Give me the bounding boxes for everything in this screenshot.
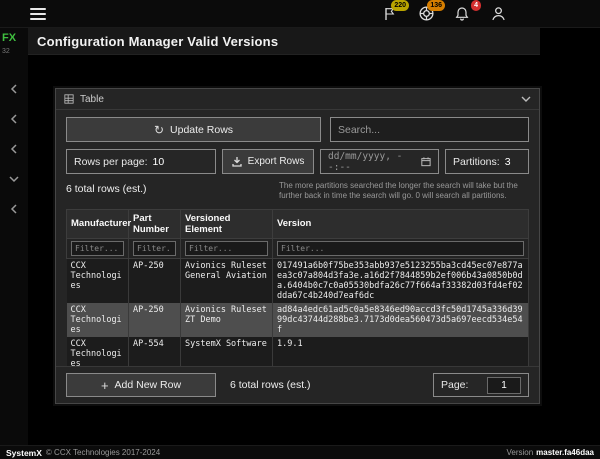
chevron-down-icon[interactable]	[6, 173, 22, 185]
topbar: 220 136 4	[0, 0, 600, 28]
cell-part-number: AP-554	[128, 336, 181, 366]
pagination-control: Page:	[433, 373, 529, 397]
table-panel-footer: + Add New Row 6 total rows (est.) Page:	[56, 366, 539, 403]
chevron-down-icon[interactable]	[521, 96, 531, 103]
search-input[interactable]	[330, 117, 529, 142]
total-rows-footer-text: 6 total rows (est.)	[230, 379, 311, 391]
cell-version: ad84a4edc61ad5c0a5e8346ed90accd3fc50d174…	[272, 302, 529, 337]
calendar-icon[interactable]	[421, 156, 431, 167]
table-header-row: Manufacturer Part Number Versioned Eleme…	[66, 208, 529, 239]
sidebar: FX 32	[0, 28, 28, 445]
statusbar-copyright: © CCX Technologies 2017-2024	[45, 448, 161, 457]
table-panel: Table ↻ Update Rows Rows per page: 10	[55, 88, 540, 404]
column-header-part-number[interactable]: Part Number	[128, 208, 181, 239]
flag-badge: 220	[391, 0, 409, 11]
partitions-value: 3	[504, 155, 511, 168]
add-new-row-button[interactable]: + Add New Row	[66, 373, 216, 397]
refresh-icon: ↻	[153, 122, 165, 137]
cell-part-number: AP-250	[128, 258, 181, 303]
topbar-icons: 220 136 4	[380, 0, 508, 24]
table-row[interactable]: CCX Technologies AP-250 Avionics Ruleset…	[66, 258, 529, 303]
cell-versioned-element: SystemX Software	[180, 336, 273, 366]
partitions-help-text: The more partitions searched the longer …	[279, 181, 518, 201]
statusbar: SystemX © CCX Technologies 2017-2024 Ver…	[0, 445, 600, 459]
chevron-left-icon[interactable]	[6, 203, 22, 215]
cell-version: 017491a6b0f75be353abb937e5123255ba3cd45e…	[272, 258, 529, 303]
datetime-picker[interactable]: dd/mm/yyyy, --:--	[320, 149, 439, 174]
chevron-left-icon[interactable]	[6, 83, 22, 95]
page-number-input[interactable]	[487, 376, 521, 394]
datetime-placeholder: dd/mm/yyyy, --:--	[328, 150, 403, 173]
plus-icon: +	[100, 377, 109, 393]
column-header-versioned-element[interactable]: Versioned Element	[180, 208, 273, 239]
filter-row	[66, 237, 529, 259]
filter-versioned-element-input[interactable]	[185, 240, 268, 256]
total-rows-text: 6 total rows (est.)	[66, 183, 147, 195]
page-title: Configuration Manager Valid Versions	[37, 33, 279, 49]
app-logo: FX	[2, 32, 17, 44]
sidebar-nav	[6, 83, 22, 215]
versions-table: Manufacturer Part Number Versioned Eleme…	[66, 208, 529, 366]
chevron-left-icon[interactable]	[6, 143, 22, 155]
support-badge: 136	[427, 0, 445, 11]
download-icon	[232, 157, 242, 167]
main-area: Configuration Manager Valid Versions Tab…	[28, 28, 600, 445]
life-ring-icon[interactable]: 136	[416, 0, 445, 24]
filter-version-input[interactable]	[277, 240, 524, 256]
table-row[interactable]: CCX Technologies AP-250 Avionics Ruleset…	[66, 302, 529, 337]
version-value: master.fa46daa	[536, 448, 594, 457]
titlebar: Configuration Manager Valid Versions	[28, 28, 540, 55]
update-rows-button[interactable]: ↻ Update Rows	[66, 117, 321, 142]
cell-versioned-element: Avionics Ruleset ZT Demo	[180, 302, 273, 337]
table-panel-header[interactable]: Table	[56, 89, 539, 110]
grid-icon	[64, 94, 74, 104]
export-rows-button[interactable]: Export Rows	[222, 149, 314, 174]
statusbar-brand: SystemX	[6, 447, 42, 458]
cell-manufacturer: CCX Technologies	[66, 336, 129, 366]
filter-part-number-input[interactable]	[133, 240, 176, 256]
cell-manufacturer: CCX Technologies	[66, 302, 129, 337]
sidebar-mini-label: 32	[2, 48, 10, 55]
cell-manufacturer: CCX Technologies	[66, 258, 129, 303]
cell-part-number: AP-250	[128, 302, 181, 337]
partitions-control[interactable]: Partitions: 3	[445, 149, 529, 174]
rows-per-page-control[interactable]: Rows per page: 10	[66, 149, 216, 174]
column-header-version[interactable]: Version	[272, 208, 529, 239]
rows-per-page-value: 10	[152, 155, 165, 168]
hamburger-icon[interactable]	[30, 7, 46, 20]
column-header-manufacturer[interactable]: Manufacturer	[66, 208, 131, 239]
bell-icon[interactable]: 4	[452, 0, 481, 24]
chevron-left-icon[interactable]	[6, 113, 22, 125]
filter-manufacturer-input[interactable]	[71, 240, 124, 256]
notifications-badge: 4	[471, 0, 481, 11]
version-label: Version	[506, 448, 534, 457]
cell-versioned-element: Avionics Ruleset General Aviation	[180, 258, 273, 303]
table-row[interactable]: CCX Technologies AP-554 SystemX Software…	[66, 336, 529, 366]
user-icon[interactable]	[488, 4, 508, 24]
flag-icon[interactable]: 220	[380, 0, 409, 24]
panel-title: Table	[80, 93, 104, 105]
cell-version: 1.9.1	[272, 336, 529, 366]
